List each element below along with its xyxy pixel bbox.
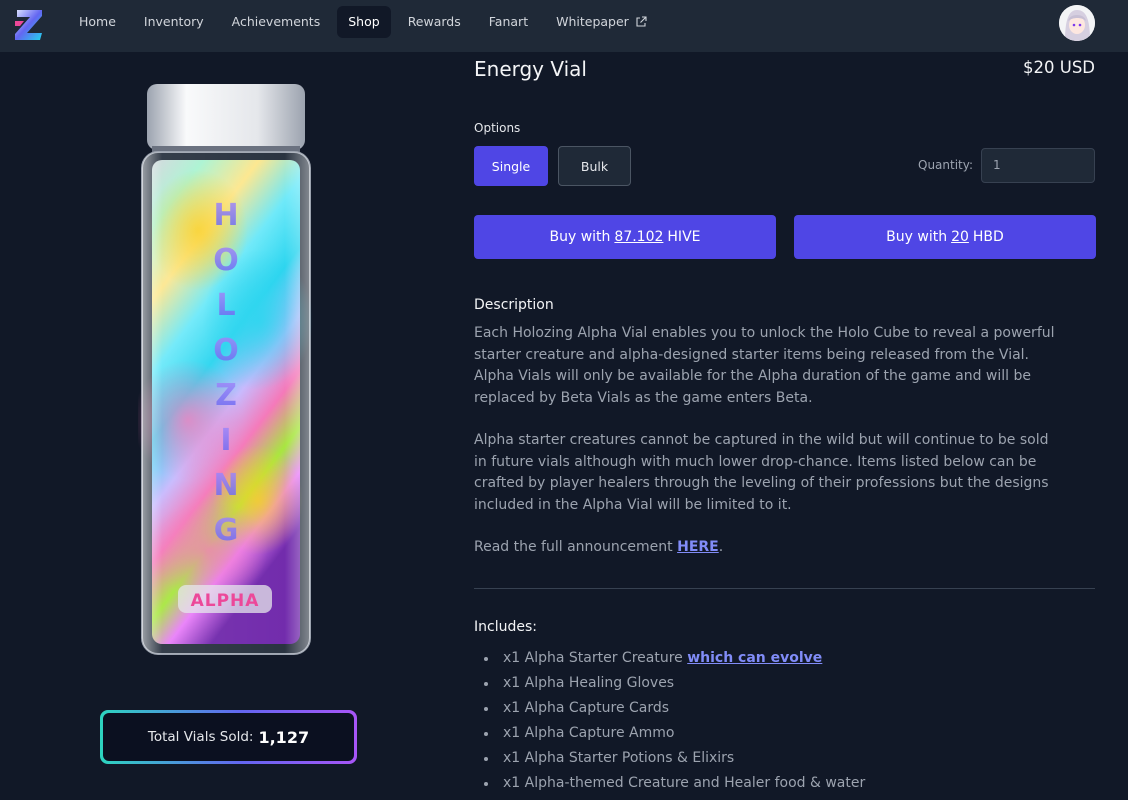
svg-text:O: O xyxy=(213,333,239,368)
description-title: Description xyxy=(474,297,554,313)
includes-title: Includes: xyxy=(474,619,537,635)
option-single-button[interactable]: Single xyxy=(474,146,548,186)
include-item-text: x1 Alpha Starter Creature xyxy=(503,650,683,666)
evolve-link[interactable]: which can evolve xyxy=(687,650,822,666)
description-paragraph-1: Each Holozing Alpha Vial enables you to … xyxy=(474,325,1055,406)
list-item: x1 Alpha Capture Cards xyxy=(474,696,865,721)
announcement-link[interactable]: HERE xyxy=(677,539,719,555)
buy-hive-prefix: Buy with xyxy=(549,229,611,245)
svg-text:Z: Z xyxy=(215,378,237,413)
buy-hive-amount: 87.102 xyxy=(614,229,664,245)
nav-rewards[interactable]: Rewards xyxy=(397,6,472,38)
list-item: x1 Alpha-themed Creature and Healer food… xyxy=(474,771,865,796)
svg-text:H: H xyxy=(213,198,238,233)
buy-with-hive-button[interactable]: Buy with 87.102 HIVE xyxy=(474,215,776,259)
svg-text:O: O xyxy=(213,243,239,278)
list-item: x1 Alpha Capture Ammo xyxy=(474,721,865,746)
holozing-logo-icon[interactable] xyxy=(14,7,44,43)
svg-text:L: L xyxy=(216,288,235,323)
top-nav: Home Inventory Achievements Shop Rewards… xyxy=(0,0,1128,52)
list-item: x1 Alpha Starter Potions & Elixirs xyxy=(474,746,865,771)
external-link-icon xyxy=(636,16,647,27)
nav-shop[interactable]: Shop xyxy=(337,6,391,38)
includes-list: x1 Alpha Starter Creature which can evol… xyxy=(474,646,865,796)
buy-hive-currency: HIVE xyxy=(667,229,701,245)
nav-achievements[interactable]: Achievements xyxy=(221,6,332,38)
announcement-suffix: . xyxy=(718,539,724,555)
total-sold-label: Total Vials Sold: xyxy=(147,729,254,745)
svg-text:N: N xyxy=(213,468,238,503)
description-paragraph-2: Alpha starter creatures cannot be captur… xyxy=(474,432,1049,513)
total-sold-value: 1,127 xyxy=(258,727,310,747)
product-price: $20 USD xyxy=(1023,58,1095,77)
buy-hbd-prefix: Buy with xyxy=(886,229,948,245)
nav-home[interactable]: Home xyxy=(68,6,127,38)
nav-fanart[interactable]: Fanart xyxy=(478,6,539,38)
quantity-input[interactable]: 1 xyxy=(981,148,1095,183)
list-item: x1 Alpha Healing Gloves xyxy=(474,671,865,696)
buy-hbd-amount: 20 xyxy=(951,229,969,245)
option-bulk-button[interactable]: Bulk xyxy=(558,146,631,186)
nav-inventory[interactable]: Inventory xyxy=(133,6,215,38)
list-item: x1 Alpha Starter Creature which can evol… xyxy=(474,646,865,671)
quantity-label: Quantity: xyxy=(918,158,974,172)
announcement-paragraph: Read the full announcement HERE. xyxy=(474,537,1064,559)
svg-text:ALPHA: ALPHA xyxy=(191,591,260,611)
svg-text:G: G xyxy=(214,513,239,548)
nav-whitepaper[interactable]: Whitepaper xyxy=(545,6,658,38)
svg-text:I: I xyxy=(220,423,231,458)
user-avatar[interactable] xyxy=(1059,5,1095,41)
total-sold-box: Total Vials Sold: 1,127 xyxy=(100,710,357,764)
options-label: Options xyxy=(474,121,521,135)
buy-hbd-currency: HBD xyxy=(972,229,1004,245)
section-divider xyxy=(474,588,1095,589)
buy-with-hbd-button[interactable]: Buy with 20 HBD xyxy=(794,215,1096,259)
avatar-icon xyxy=(1059,5,1095,41)
product-title: Energy Vial xyxy=(474,57,587,81)
vial-image: H O L O Z I N G ALPHA xyxy=(133,80,318,660)
announcement-text: Read the full announcement xyxy=(474,539,673,555)
